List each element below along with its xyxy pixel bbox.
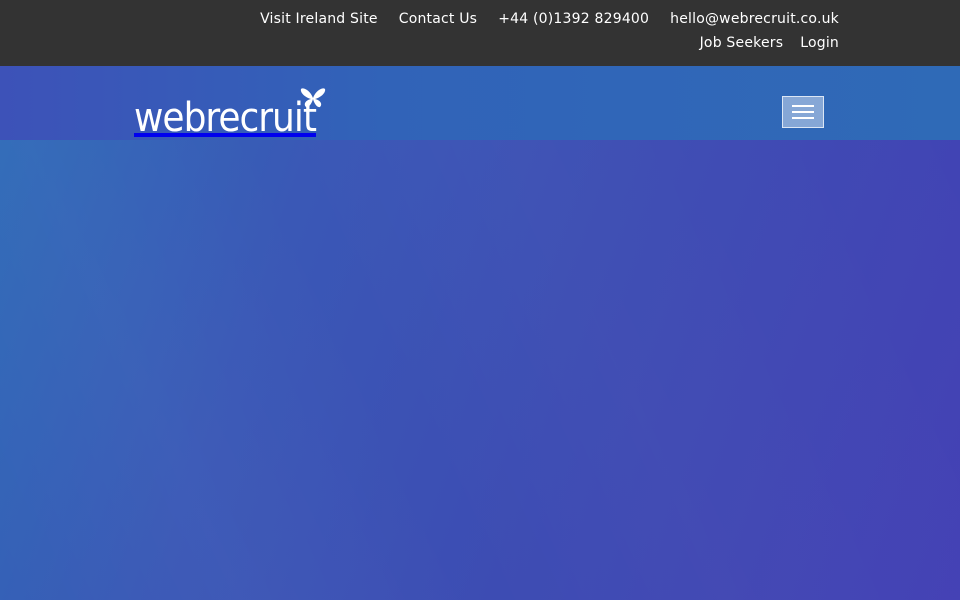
main-header: webrecruit <box>0 66 960 140</box>
login-link[interactable]: Login <box>800 35 839 51</box>
utility-links-row: Visit Ireland Site Contact Us +44 (0)139… <box>260 9 839 29</box>
email-link[interactable]: hello@webrecruit.co.uk <box>670 11 839 27</box>
site-logo[interactable]: webrecruit <box>134 86 326 141</box>
phone-link[interactable]: +44 (0)1392 829400 <box>498 11 649 27</box>
menu-toggle-button[interactable] <box>782 96 824 128</box>
visit-ireland-link[interactable]: Visit Ireland Site <box>260 11 378 27</box>
hamburger-menu-icon <box>792 111 814 113</box>
logo-wordmark: webrecruit <box>134 95 317 141</box>
hamburger-menu-icon <box>792 105 814 107</box>
account-links-row: Job Seekers Login <box>700 33 839 53</box>
butterfly-icon <box>300 88 326 108</box>
job-seekers-link[interactable]: Job Seekers <box>700 35 784 51</box>
top-utility-bar: Visit Ireland Site Contact Us +44 (0)139… <box>0 0 960 66</box>
hero-banner <box>0 66 960 600</box>
contact-us-link[interactable]: Contact Us <box>399 11 477 27</box>
hamburger-menu-icon <box>792 117 814 119</box>
